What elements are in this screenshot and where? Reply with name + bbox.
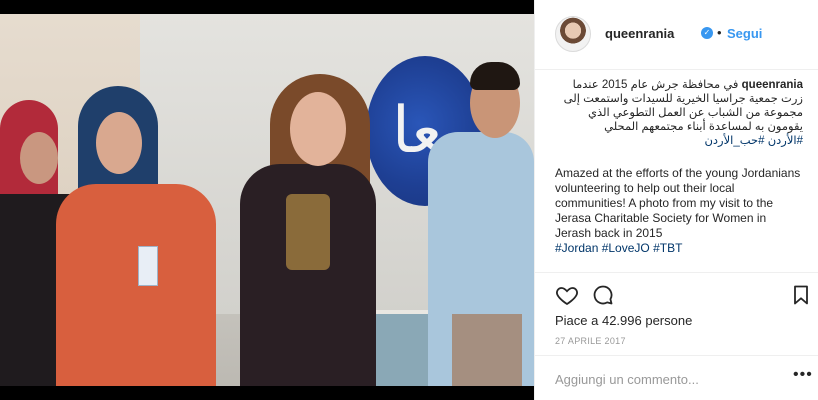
comment-icon[interactable]: [591, 283, 615, 307]
header-separator: •: [717, 25, 722, 40]
post-caption: queenrania في محافظة جرش عام 2015 عندما …: [555, 78, 803, 274]
person-3-embroidery: [286, 194, 330, 270]
person-4-pants: [452, 314, 522, 386]
person-2-badge: [138, 246, 158, 286]
action-bar: [535, 272, 818, 312]
comment-bar: •••: [535, 355, 818, 400]
person-2-face: [96, 112, 142, 174]
header-username[interactable]: queenrania: [605, 26, 674, 41]
bookmark-icon[interactable]: [789, 283, 813, 307]
caption-username[interactable]: queenrania: [742, 79, 803, 91]
caption-english-hashtags[interactable]: #Jordan #LoveJO #TBT: [555, 241, 682, 255]
person-2-body: [56, 184, 216, 386]
post-sidebar: queenrania ✓ • Segui queenrania في محافظ…: [534, 0, 818, 400]
heart-icon[interactable]: [555, 283, 579, 307]
follow-button[interactable]: Segui: [727, 26, 762, 41]
photo-scene: معا: [0, 14, 534, 386]
caption-english-text: Amazed at the efforts of the young Jorda…: [555, 166, 801, 240]
post-header: queenrania ✓ • Segui: [535, 0, 818, 70]
more-options-icon[interactable]: •••: [793, 366, 813, 384]
post-photo[interactable]: معا: [0, 0, 534, 400]
caption-english: Amazed at the efforts of the young Jorda…: [555, 166, 803, 256]
comment-input[interactable]: [555, 370, 765, 388]
verified-badge-icon: ✓: [701, 27, 713, 39]
caption-arabic: queenrania في محافظة جرش عام 2015 عندما …: [555, 78, 803, 148]
post-date: 27 APRILE 2017: [555, 336, 626, 346]
person-3-face: [290, 92, 346, 166]
avatar[interactable]: [555, 16, 591, 52]
person-1-face: [20, 132, 58, 184]
caption-arabic-hashtags[interactable]: #الأردن #حب_الأردن: [704, 135, 803, 147]
person-4-hair: [470, 62, 520, 90]
likes-count[interactable]: Piace a 42.996 persone: [555, 313, 692, 328]
